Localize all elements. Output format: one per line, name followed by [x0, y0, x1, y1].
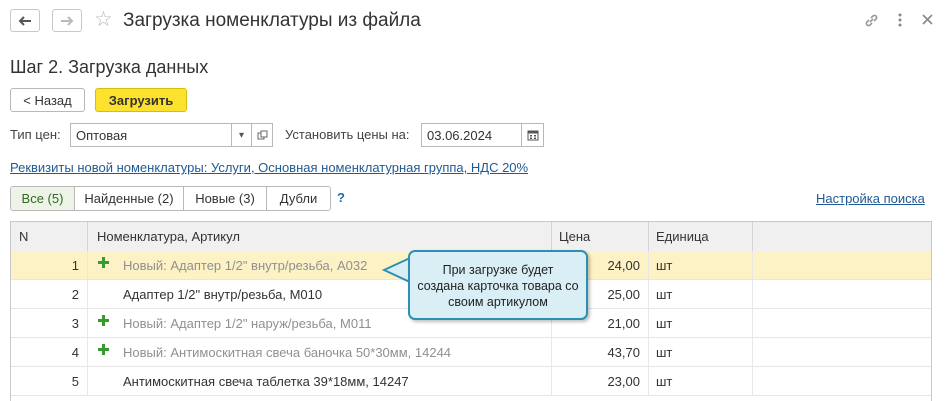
item-unit: шт: [649, 338, 753, 366]
column-header-price[interactable]: Цена: [552, 222, 649, 251]
item-name: Новый: Антимоскитная свеча баночка 50*30…: [88, 338, 552, 366]
open-icon[interactable]: [251, 123, 273, 147]
row-number: 5: [11, 367, 88, 395]
calendar-icon[interactable]: [521, 123, 544, 147]
back-button[interactable]: < Назад: [10, 88, 85, 112]
tab-all[interactable]: Все (5): [11, 187, 75, 210]
set-prices-label: Установить цены на:: [285, 127, 410, 142]
row-number: 1: [11, 251, 88, 279]
load-button[interactable]: Загрузить: [95, 88, 187, 112]
table-header: N Номенклатура, Артикул Цена Единица: [11, 222, 931, 252]
back-nav-button[interactable]: [10, 9, 40, 32]
close-icon[interactable]: [921, 13, 934, 31]
row-number: 4: [11, 338, 88, 366]
search-settings-link[interactable]: Настройка поиска: [816, 191, 925, 207]
tooltip-line: своим артикулом: [448, 295, 548, 309]
star-icon[interactable]: ☆: [94, 9, 113, 31]
row-number: 2: [11, 280, 88, 308]
dropdown-icon[interactable]: ▾: [231, 123, 252, 147]
forward-nav-button[interactable]: [52, 9, 82, 32]
filter-tabs: Все (5) Найденные (2) Новые (3) Дубли: [10, 186, 331, 211]
item-unit: шт: [649, 280, 753, 308]
table-row[interactable]: 4 Новый: Антимоскитная свеча баночка 50*…: [11, 338, 931, 367]
back-arrow-icon: [18, 15, 31, 26]
table-row[interactable]: 5 Антимоскитная свеча таблетка 39*18мм, …: [11, 367, 931, 396]
more-icon[interactable]: [897, 12, 903, 33]
item-price: 43,70: [552, 338, 649, 366]
link-icon[interactable]: [864, 13, 879, 33]
tooltip-line: создана карточка товара со: [417, 279, 579, 293]
row-number: 3: [11, 309, 88, 337]
tab-duplicates[interactable]: Дубли: [267, 187, 330, 210]
column-header-unit[interactable]: Единица: [649, 222, 753, 251]
tab-found[interactable]: Найденные (2): [75, 187, 184, 210]
tooltip-line: При загрузке будет: [442, 263, 554, 277]
forward-arrow-icon: [61, 15, 74, 26]
help-icon[interactable]: ?: [337, 190, 345, 205]
column-header-item[interactable]: Номенклатура, Артикул: [88, 222, 552, 251]
item-price: 23,00: [552, 367, 649, 395]
column-header-n[interactable]: N: [11, 222, 88, 251]
date-field[interactable]: 03.06.2024: [421, 123, 522, 147]
item-unit: шт: [649, 251, 753, 279]
item-unit: шт: [649, 309, 753, 337]
item-unit: шт: [649, 367, 753, 395]
price-type-select[interactable]: Оптовая: [70, 123, 232, 147]
tab-new[interactable]: Новые (3): [184, 187, 267, 210]
step-title: Шаг 2. Загрузка данных: [10, 57, 209, 77]
new-item-details-link[interactable]: Реквизиты новой номенклатуры: Услуги, Ос…: [10, 160, 528, 176]
price-type-label: Тип цен:: [10, 127, 61, 142]
tooltip: При загрузке будет создана карточка това…: [408, 250, 588, 320]
item-name: Антимоскитная свеча таблетка 39*18мм, 14…: [88, 367, 552, 395]
window-title: Загрузка номенклатуры из файла: [123, 10, 421, 31]
